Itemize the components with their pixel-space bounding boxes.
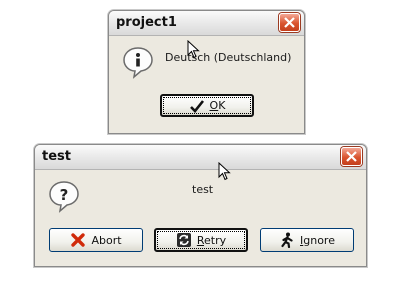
message-text: test	[192, 183, 214, 196]
close-button[interactable]	[341, 147, 362, 166]
close-icon	[346, 151, 357, 162]
walking-person-icon	[281, 232, 293, 248]
retry-button[interactable]: Retry	[154, 228, 248, 252]
svg-text:?: ?	[60, 186, 69, 204]
message-text: Deutsch (Deutschland)	[165, 51, 292, 64]
ignore-button[interactable]: Ignore	[260, 228, 354, 252]
retry-label: Retry	[196, 233, 227, 247]
ok-label: OK	[209, 99, 226, 112]
abort-x-icon	[71, 233, 86, 247]
title-bar[interactable]: project1	[109, 11, 304, 36]
window-title: project1	[116, 15, 177, 30]
close-button[interactable]	[279, 13, 300, 32]
title-bar[interactable]: test	[35, 145, 366, 170]
mouse-cursor-icon	[218, 162, 231, 181]
ignore-label: Ignore	[300, 233, 335, 247]
abort-label: Abort	[91, 233, 122, 247]
dialog-test: test ? test Abort Retry Ignore	[34, 144, 367, 267]
question-speech-bubble-icon: ?	[49, 181, 79, 213]
info-speech-bubble-icon	[123, 47, 153, 79]
checkmark-icon	[189, 99, 204, 113]
dialog-project1: project1 Deutsch (Deutschland) OK	[108, 10, 305, 134]
window-title: test	[42, 149, 71, 164]
ok-button[interactable]: OK	[160, 94, 254, 117]
abort-button[interactable]: Abort	[49, 228, 143, 252]
retry-arrows-icon	[176, 233, 191, 247]
close-icon	[284, 17, 295, 28]
mouse-cursor-icon	[187, 40, 200, 59]
